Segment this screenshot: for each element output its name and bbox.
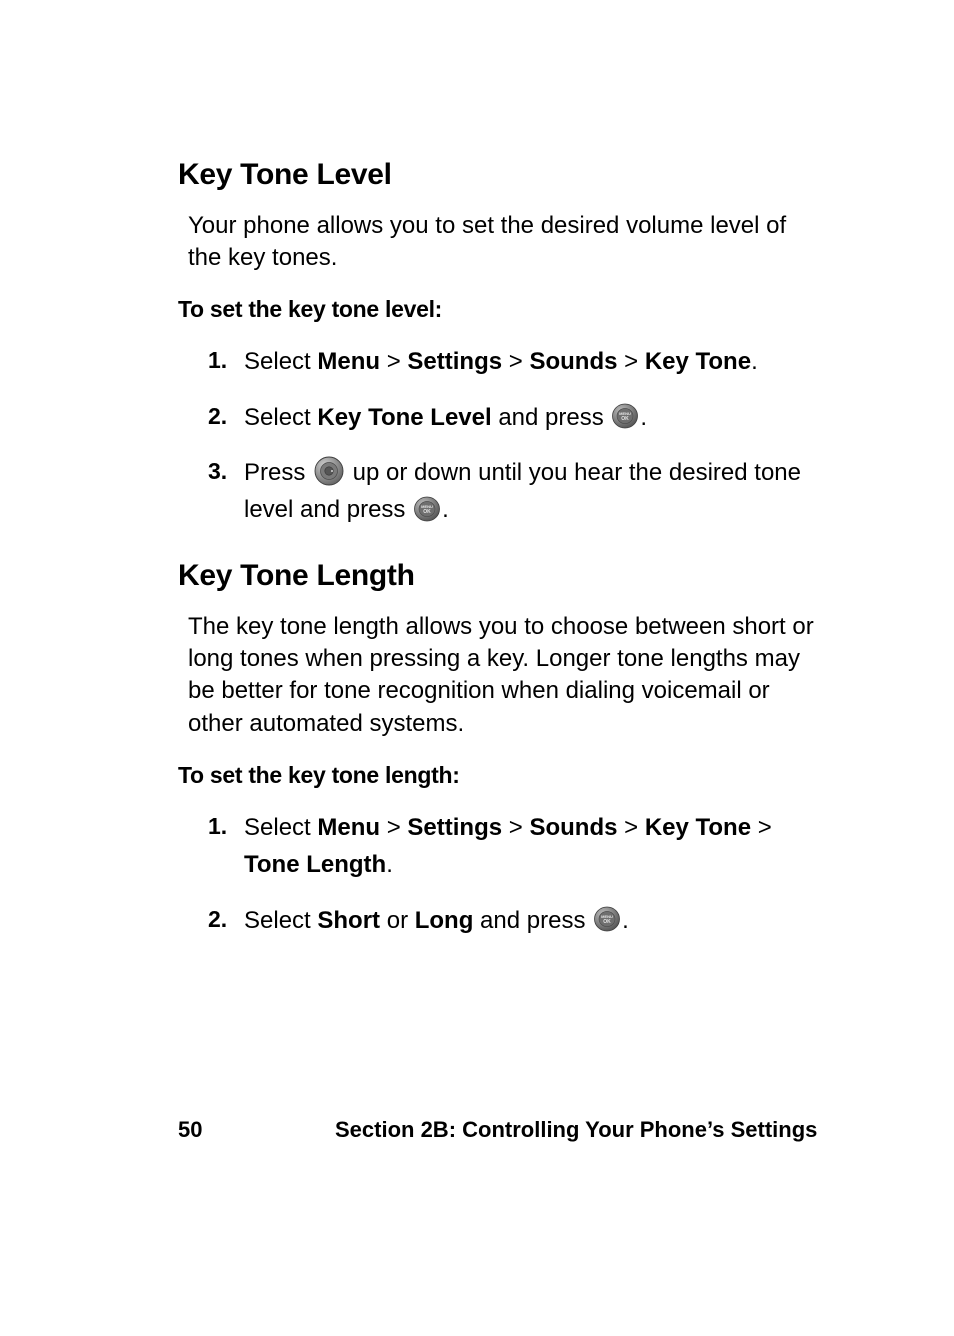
steps-key-tone-length: 1. Select Menu > Settings > Sounds > Key… bbox=[178, 809, 819, 939]
menu-ok-button-icon: MENU OK bbox=[594, 906, 620, 932]
intro-key-tone-length: The key tone length allows you to choose… bbox=[188, 611, 819, 741]
separator: > bbox=[502, 814, 529, 841]
leadin-key-tone-length: To set the key tone length: bbox=[178, 760, 819, 791]
step-text: and press bbox=[473, 907, 592, 934]
step-text: Press bbox=[244, 459, 312, 486]
list-item: 1. Select Menu > Settings > Sounds > Key… bbox=[208, 343, 819, 380]
step-number: 1. bbox=[208, 343, 227, 379]
footer-section-label: Section 2B: Controlling Your Phone’s Set… bbox=[335, 1115, 817, 1145]
menu-label: Key Tone Level bbox=[317, 404, 491, 431]
step-number: 1. bbox=[208, 809, 227, 845]
steps-key-tone-level: 1. Select Menu > Settings > Sounds > Key… bbox=[178, 343, 819, 528]
step-text: . bbox=[640, 404, 647, 431]
menu-label: Sounds bbox=[529, 348, 617, 375]
separator: > bbox=[751, 814, 772, 841]
step-text: Select bbox=[244, 348, 317, 375]
separator: > bbox=[380, 814, 407, 841]
step-text: or bbox=[380, 907, 415, 934]
list-item: 1. Select Menu > Settings > Sounds > Key… bbox=[208, 809, 819, 883]
list-item: 2. Select Key Tone Level and press MENU … bbox=[208, 399, 819, 436]
separator: > bbox=[617, 348, 644, 375]
menu-label: Tone Length bbox=[244, 851, 386, 878]
step-text: . bbox=[386, 851, 393, 878]
step-text: and press bbox=[492, 404, 611, 431]
separator: > bbox=[617, 814, 644, 841]
step-text: Select bbox=[244, 404, 317, 431]
nav-button-icon bbox=[314, 456, 344, 486]
manual-page: Key Tone Level Your phone allows you to … bbox=[0, 0, 954, 1336]
menu-label: Key Tone bbox=[645, 814, 751, 841]
step-text: Select bbox=[244, 814, 317, 841]
intro-key-tone-level: Your phone allows you to set the desired… bbox=[188, 210, 819, 275]
svg-text:OK: OK bbox=[603, 919, 611, 925]
heading-key-tone-level: Key Tone Level bbox=[178, 155, 819, 196]
leadin-key-tone-level: To set the key tone level: bbox=[178, 294, 819, 325]
list-item: 2. Select Short or Long and press MENU O… bbox=[208, 902, 819, 939]
menu-ok-button-icon: MENU OK bbox=[414, 496, 440, 522]
separator: > bbox=[502, 348, 529, 375]
step-number: 2. bbox=[208, 902, 227, 938]
option-label: Long bbox=[415, 907, 474, 934]
svg-text:OK: OK bbox=[622, 416, 630, 422]
menu-label: Key Tone bbox=[645, 348, 751, 375]
heading-key-tone-length: Key Tone Length bbox=[178, 556, 819, 597]
option-label: Short bbox=[317, 907, 380, 934]
separator: > bbox=[380, 348, 407, 375]
menu-label: Settings bbox=[407, 814, 502, 841]
page-number: 50 bbox=[178, 1115, 202, 1145]
menu-label: Sounds bbox=[529, 814, 617, 841]
menu-label: Menu bbox=[317, 348, 380, 375]
step-text: . bbox=[751, 348, 758, 375]
menu-label: Menu bbox=[317, 814, 380, 841]
step-text: . bbox=[442, 496, 449, 523]
step-text: . bbox=[622, 907, 629, 934]
step-number: 2. bbox=[208, 399, 227, 435]
step-number: 3. bbox=[208, 454, 227, 490]
list-item: 3. Press up or down until you hear the d… bbox=[208, 454, 819, 528]
menu-label: Settings bbox=[407, 348, 502, 375]
svg-text:OK: OK bbox=[423, 509, 431, 515]
menu-ok-button-icon: MENU OK bbox=[612, 403, 638, 429]
step-text: Select bbox=[244, 907, 317, 934]
